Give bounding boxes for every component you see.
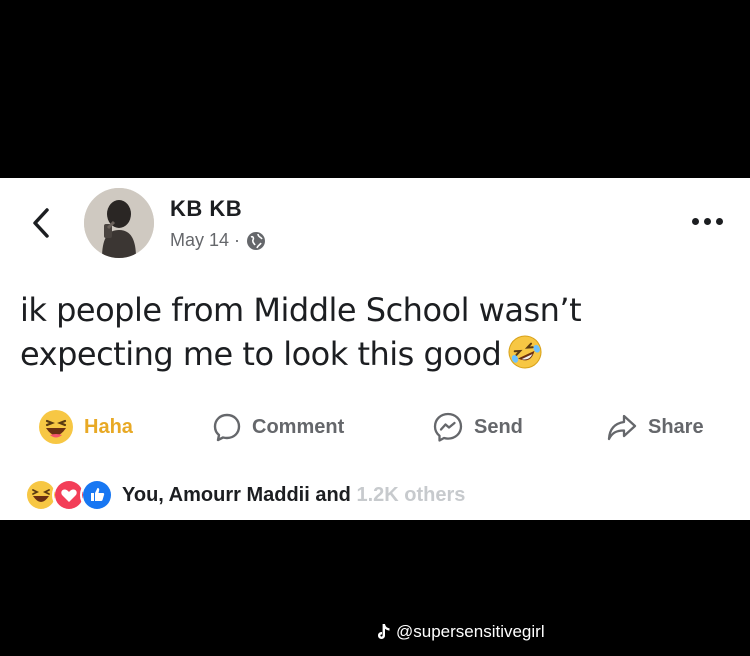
comment-label: Comment [252, 415, 345, 438]
share-button[interactable]: Share [606, 402, 704, 452]
rolling-laughing-emoji-icon [508, 335, 542, 369]
post-text-block: ik people from Middle School wasn’t expe… [20, 288, 720, 376]
share-label: Share [648, 415, 704, 438]
action-bar: Haha Comment Send Share [0, 402, 750, 452]
messenger-icon [433, 412, 463, 442]
avatar[interactable] [84, 188, 154, 258]
reaction-summary[interactable]: You, Amourr Maddii and 1.2K others [24, 478, 465, 512]
watermark-handle: @supersensitivegirl [396, 622, 545, 641]
send-button[interactable]: Send [432, 402, 523, 452]
reaction-others-text[interactable]: 1.2K others [356, 484, 465, 506]
globe-icon [247, 231, 266, 250]
like-icon [80, 478, 114, 512]
haha-icon [39, 410, 73, 444]
haha-reaction-button[interactable]: Haha [38, 402, 133, 452]
reaction-names-text: You, Amourr Maddii and [122, 483, 357, 506]
send-label: Send [474, 415, 523, 438]
reaction-names: You, Amourr Maddii and 1.2K others [122, 484, 465, 507]
back-chevron-icon[interactable] [30, 206, 52, 240]
post-date[interactable]: May 14 · [170, 230, 240, 251]
avatar-photo-icon [84, 188, 154, 258]
more-options-icon[interactable] [692, 218, 723, 225]
author-name[interactable]: KB KB [170, 196, 242, 222]
post-text: ik people from Middle School wasn’t expe… [20, 291, 582, 373]
tiktok-watermark: @supersensitivegirl [376, 622, 545, 642]
post-meta: May 14 · [170, 230, 266, 251]
comment-icon [213, 413, 241, 442]
comment-button[interactable]: Comment [212, 402, 344, 452]
share-arrow-icon [607, 414, 637, 441]
haha-label: Haha [84, 415, 133, 438]
tiktok-icon [378, 624, 390, 639]
